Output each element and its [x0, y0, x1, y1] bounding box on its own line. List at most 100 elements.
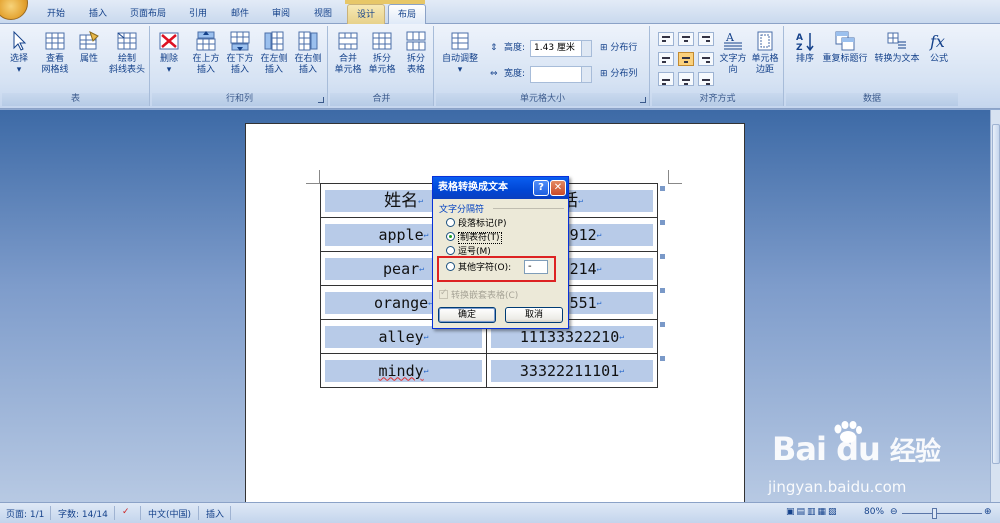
split-cells-icon — [372, 32, 392, 50]
page-count[interactable]: 页面: 1/1 — [6, 507, 44, 520]
paragraph-mark: ↵ — [418, 195, 423, 205]
distribute-rows-button[interactable]: ⊞ 分布行 — [600, 40, 637, 56]
word-count[interactable]: 字数: 14/14 — [58, 507, 108, 520]
split-table-button[interactable]: 拆分 表格 — [400, 28, 432, 76]
select-button[interactable]: 选择 ▾ — [4, 28, 34, 76]
radio-button[interactable] — [446, 218, 455, 227]
tab-view[interactable]: 视图 — [305, 4, 341, 24]
radio-paragraph-mark[interactable]: 段落标记(P) — [446, 218, 506, 230]
tab-review[interactable]: 审阅 — [263, 4, 299, 24]
close-button[interactable]: ✕ — [550, 180, 566, 196]
insert-mode[interactable]: 插入 — [206, 507, 224, 520]
proofing-icon[interactable]: ✓ — [122, 507, 130, 517]
table-cell[interactable]: 33322211101↵ — [486, 353, 658, 388]
cancel-button[interactable]: 取消 — [505, 307, 563, 323]
row-end-marker — [660, 186, 665, 191]
width-spinner[interactable] — [530, 66, 592, 83]
tab-home[interactable]: 开始 — [38, 4, 74, 24]
align-bottom-right-button[interactable] — [698, 72, 714, 86]
text-direction-button[interactable]: A 文字方向 — [716, 28, 750, 76]
section-divider — [493, 208, 564, 209]
page-corner-mark — [668, 170, 682, 184]
office-button[interactable] — [0, 0, 28, 20]
scrollbar-thumb[interactable] — [992, 124, 1000, 464]
radio-tab[interactable]: 制表符(T) — [446, 232, 502, 244]
insert-right-button[interactable]: 在右侧 插入 — [292, 28, 324, 76]
status-divider — [114, 506, 115, 520]
zoom-out-icon[interactable]: ⊖ — [890, 507, 898, 517]
zoom-level[interactable]: 80% — [864, 507, 884, 517]
formula-button[interactable]: fx 公式 — [924, 28, 954, 65]
insert-row-above-icon — [196, 31, 216, 51]
align-top-center-button[interactable] — [678, 32, 694, 46]
insert-left-button[interactable]: 在左侧 插入 — [258, 28, 290, 76]
zoom-slider-thumb[interactable] — [932, 508, 937, 519]
distribute-cols-button[interactable]: ⊞ 分布列 — [600, 66, 637, 82]
diagonal-header-icon — [117, 32, 137, 50]
delete-button[interactable]: 删除 ▾ — [154, 28, 184, 76]
zoom-in-icon[interactable]: ⊕ — [984, 507, 992, 517]
cell-size-launcher-icon[interactable] — [640, 97, 646, 103]
svg-text:A: A — [796, 33, 803, 43]
tab-mailings[interactable]: 邮件 — [222, 4, 258, 24]
merge-cells-button[interactable]: 合并 单元格 — [332, 28, 364, 76]
grid-icon — [45, 32, 65, 50]
row-end-marker — [660, 288, 665, 293]
status-divider — [140, 506, 141, 520]
delete-label: 删除 — [159, 54, 178, 64]
ok-button[interactable]: 确定 — [438, 307, 496, 323]
tab-references[interactable]: 引用 — [180, 4, 216, 24]
align-top-right-button[interactable] — [698, 32, 714, 46]
radio-button-selected[interactable] — [446, 232, 455, 241]
cell-text: apple — [378, 225, 424, 244]
table-cell[interactable]: mindy↵ — [320, 353, 487, 388]
convert-to-text-button[interactable]: 转换为文本 — [872, 28, 922, 65]
rows-cols-launcher-icon[interactable] — [318, 97, 324, 103]
row-height-icon: ⇕ — [490, 43, 498, 53]
tab-layout[interactable]: 布局 — [388, 4, 426, 25]
vertical-scrollbar[interactable] — [990, 110, 1000, 502]
align-middle-right-button[interactable] — [698, 52, 714, 66]
checkbox-icon[interactable] — [439, 288, 448, 299]
cell-text: alley — [378, 327, 424, 346]
zoom-slider[interactable] — [902, 513, 982, 514]
view-gridlines-label: 查看 网格线 — [41, 54, 69, 75]
height-label: 高度: — [504, 43, 526, 53]
repeat-header-button[interactable]: 重复标题行 — [820, 28, 870, 65]
sort-button[interactable]: AZ 排序 — [790, 28, 820, 65]
draw-diagonal-header-button[interactable]: 绘制 斜线表头 — [106, 28, 148, 76]
help-button[interactable]: ? — [533, 180, 549, 196]
align-top-left-button[interactable] — [658, 32, 674, 46]
autofit-button[interactable]: 自动调整 ▾ — [438, 28, 482, 76]
split-cells-button[interactable]: 拆分 单元格 — [366, 28, 398, 76]
tab-design[interactable]: 设计 — [347, 4, 385, 24]
align-middle-left-button[interactable] — [658, 52, 674, 66]
paragraph-mark: ↵ — [619, 365, 625, 375]
insert-below-button[interactable]: 在下方 插入 — [224, 28, 256, 76]
tab-page-layout[interactable]: 页面布局 — [124, 4, 172, 24]
insert-row-below-icon — [230, 31, 250, 51]
paragraph-mark: ↵ — [419, 263, 424, 273]
view-gridlines-button[interactable]: 查看 网格线 — [38, 28, 72, 76]
autofit-icon — [451, 32, 469, 50]
group-label-alignment: 对齐方式 — [652, 93, 783, 106]
cell-margins-button[interactable]: 单元格 边距 — [748, 28, 782, 76]
height-spinner[interactable]: 1.43 厘米 — [530, 40, 592, 57]
insert-above-button[interactable]: 在上方 插入 — [190, 28, 222, 76]
status-divider — [50, 506, 51, 520]
group-cell-size: 自动调整 ▾ ⇕ 高度: 1.43 厘米 ⇔ 宽度: ⊞ 分布行 ⊞ 分布列 单元… — [436, 26, 650, 106]
cell-text: 11133322210 — [519, 327, 620, 346]
align-middle-center-button[interactable] — [678, 52, 694, 66]
view-buttons[interactable]: ▣▤▥▦▧ — [786, 507, 856, 517]
autofit-label: 自动调整 — [441, 54, 478, 64]
align-bottom-center-button[interactable] — [678, 72, 694, 86]
radio-button[interactable] — [446, 246, 455, 255]
align-bottom-left-button[interactable] — [658, 72, 674, 86]
convert-to-text-label: 转换为文本 — [874, 54, 920, 64]
insert-below-label: 在下方 插入 — [226, 54, 254, 75]
properties-button[interactable]: 属性 — [74, 28, 104, 65]
language-indicator[interactable]: 中文(中国) — [148, 507, 191, 520]
text-direction-label: 文字方向 — [719, 54, 747, 75]
tab-insert[interactable]: 插入 — [80, 4, 116, 24]
convert-nested-checkbox[interactable]: 转换嵌套表格(C) — [439, 288, 518, 301]
